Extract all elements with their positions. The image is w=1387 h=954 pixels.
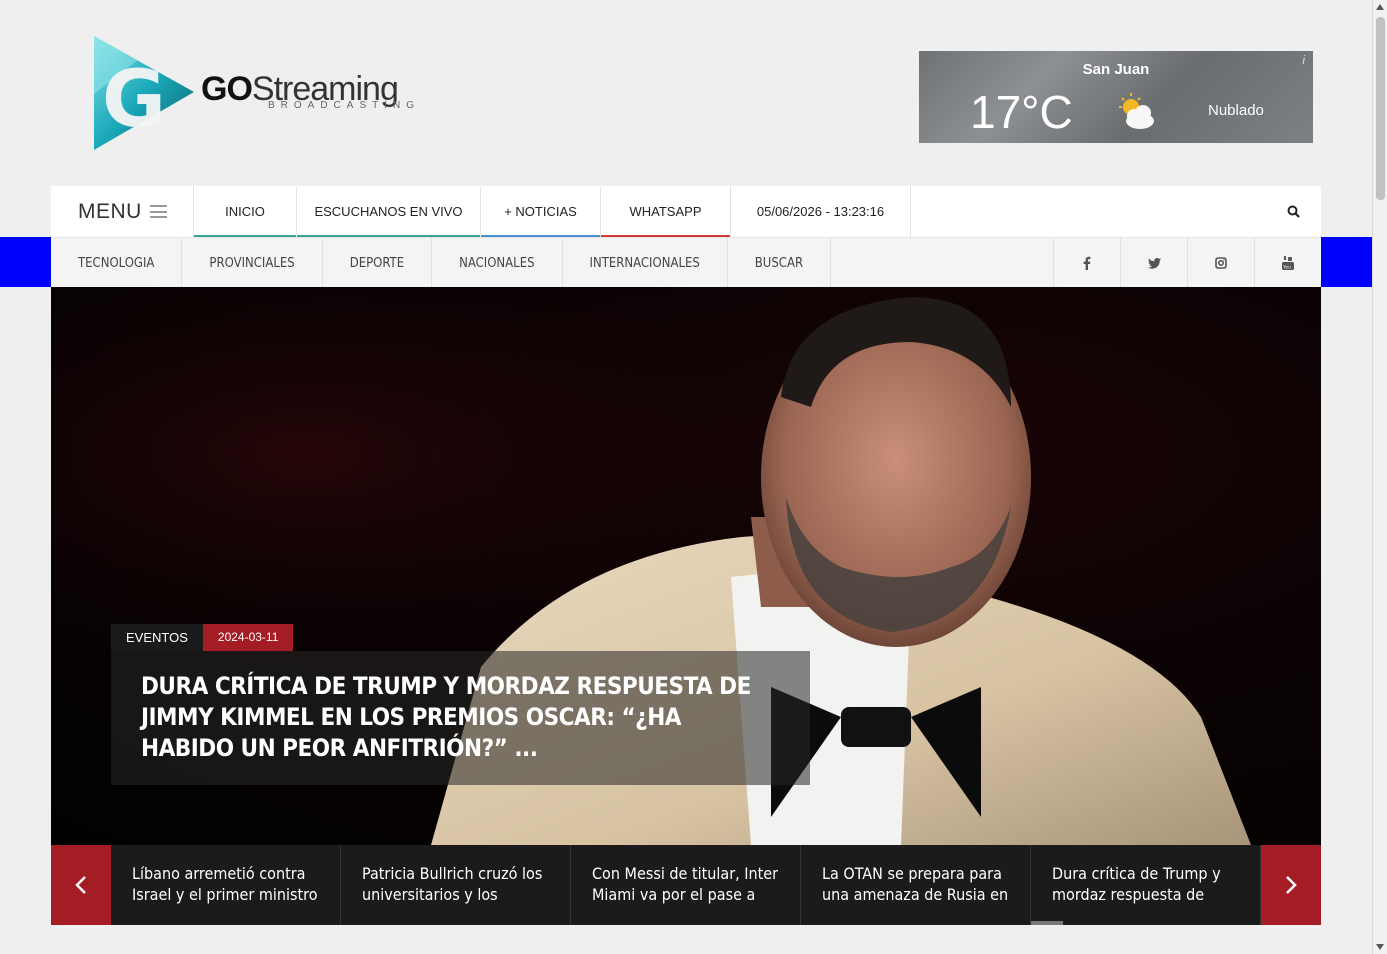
nav-item-inicio[interactable]: INICIO <box>194 186 297 237</box>
nav-item-label: + NOTICIAS <box>504 204 577 219</box>
nav-item-label: ESCUCHANOS EN VIVO <box>314 204 463 219</box>
nav-item-escuchanos-en-vivo[interactable]: ESCUCHANOS EN VIVO <box>297 186 481 237</box>
hero-tags: EVENTOS 2024-03-11 <box>111 624 294 651</box>
featured-slider[interactable]: EVENTOS 2024-03-11 DURA CRÍTICA DE TRUMP… <box>51 287 1321 845</box>
youtube-icon: You <box>1282 256 1294 270</box>
search-icon <box>1287 205 1300 218</box>
menu-button[interactable]: MENU <box>51 186 194 237</box>
ticker-item-text: Patricia Bullrich cruzó los universitari… <box>362 864 543 904</box>
weather-widget[interactable]: San Juan i 17°C Nublado <box>919 51 1313 143</box>
nav-item-whatsapp[interactable]: WHATSAPP <box>601 186 731 237</box>
facebook-link[interactable] <box>1053 238 1120 288</box>
current-datetime: 05/06/2026 - 13:23:16 <box>731 186 911 237</box>
go-streaming-logo-icon: G <box>94 36 194 150</box>
youtube-link[interactable]: You <box>1254 238 1321 288</box>
hamburger-icon <box>149 205 167 218</box>
hero-category-badge[interactable]: EVENTOS <box>111 624 203 651</box>
ticker-items: Líbano arremetió contra Israel y el prim… <box>111 845 1261 925</box>
nav-item-label: INICIO <box>225 204 265 219</box>
category-buscar[interactable]: BUSCAR <box>728 238 832 288</box>
ticker-item[interactable]: Con Messi de titular, Inter Miami va por… <box>571 845 801 925</box>
scroll-down-arrow-icon[interactable] <box>1376 944 1384 950</box>
ticker-item-text: La OTAN se prepara para una amenaza de R… <box>822 864 1009 904</box>
search-button[interactable] <box>1265 186 1321 237</box>
ticker-item-active[interactable]: Dura crítica de Trump y mordaz respuesta… <box>1031 845 1261 925</box>
hero-headline[interactable]: DURA CRÍTICA DE TRUMP Y MORDAZ RESPUESTA… <box>141 671 780 764</box>
ticker-item-text: Con Messi de titular, Inter Miami va por… <box>592 864 779 904</box>
twitter-link[interactable] <box>1120 238 1187 288</box>
instagram-icon <box>1215 257 1227 269</box>
ticker-item[interactable]: Patricia Bullrich cruzó los universitari… <box>341 845 571 925</box>
facebook-icon <box>1083 256 1091 270</box>
chevron-left-icon <box>75 876 86 894</box>
menu-label: MENU <box>78 199 142 223</box>
category-nacionales[interactable]: NACIONALES <box>432 238 563 288</box>
instagram-link[interactable] <box>1187 238 1254 288</box>
category-internacionales[interactable]: INTERNACIONALES <box>563 238 728 288</box>
ticker-prev-button[interactable] <box>51 845 111 925</box>
category-bar: TECNOLOGIA PROVINCIALES DEPORTE NACIONAL… <box>51 237 1321 288</box>
weather-temperature: 17°C <box>970 86 1073 138</box>
category-deporte[interactable]: DEPORTE <box>323 238 433 288</box>
twitter-icon <box>1147 257 1161 269</box>
weather-city: San Juan <box>1082 61 1150 78</box>
partly-cloudy-icon <box>1119 93 1154 129</box>
nav-item-label: WHATSAPP <box>629 204 702 219</box>
ticker-item-text: Dura crítica de Trump y mordaz respuesta… <box>1052 864 1221 904</box>
category-provinciales[interactable]: PROVINCIALES <box>182 238 323 288</box>
chevron-right-icon <box>1286 876 1297 894</box>
category-tecnologia[interactable]: TECNOLOGIA <box>51 238 183 288</box>
main-navigation: MENU INICIO ESCUCHANOS EN VIVO + NOTICIA… <box>51 186 1321 237</box>
ticker-item[interactable]: La OTAN se prepara para una amenaza de R… <box>801 845 1031 925</box>
hero-caption[interactable]: DURA CRÍTICA DE TRUMP Y MORDAZ RESPUESTA… <box>111 651 810 785</box>
news-ticker: Líbano arremetió contra Israel y el prim… <box>51 845 1321 925</box>
scroll-up-arrow-icon[interactable] <box>1376 4 1384 10</box>
hero-date-badge: 2024-03-11 <box>202 624 294 651</box>
scrollbar-thumb[interactable] <box>1376 17 1385 200</box>
nav-item-noticias[interactable]: + NOTICIAS <box>481 186 601 237</box>
site-logo[interactable]: G GOStreaming BROADCASTING <box>88 34 418 152</box>
ticker-item-text: Líbano arremetió contra Israel y el prim… <box>132 864 318 904</box>
svg-text:You: You <box>1282 264 1291 270</box>
weather-info-icon[interactable]: i <box>1302 53 1305 67</box>
ticker-next-button[interactable] <box>1261 845 1321 925</box>
svg-text:G: G <box>102 55 166 145</box>
weather-condition: Nublado <box>1208 102 1264 119</box>
social-links: You <box>1053 238 1321 288</box>
vertical-scrollbar[interactable] <box>1372 0 1387 954</box>
logo-tagline: BROADCASTING <box>268 100 421 111</box>
ticker-item[interactable]: Líbano arremetió contra Israel y el prim… <box>111 845 341 925</box>
